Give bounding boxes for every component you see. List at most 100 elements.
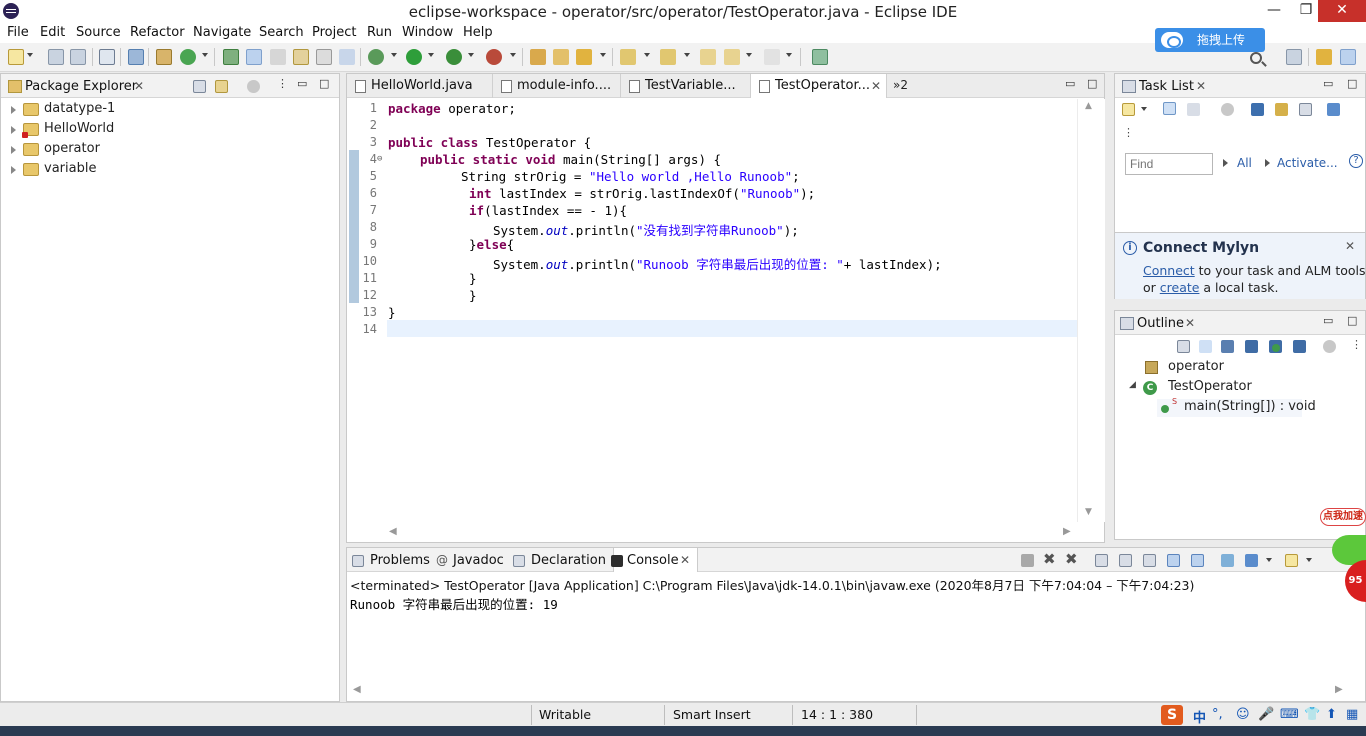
- scroll-left-icon[interactable]: ◀: [353, 684, 361, 695]
- open-console-icon[interactable]: [1285, 554, 1298, 567]
- tab-module-info[interactable]: module-info....: [493, 74, 621, 98]
- external-tools-icon[interactable]: [486, 49, 502, 65]
- last-edit-icon[interactable]: [700, 49, 716, 65]
- forward-icon[interactable]: [764, 49, 780, 65]
- close-icon[interactable]: ✕: [1185, 316, 1195, 330]
- maximize-view-icon[interactable]: □: [1347, 314, 1357, 327]
- menu-edit[interactable]: Edit: [40, 25, 65, 40]
- public-member-icon[interactable]: [1272, 344, 1280, 352]
- cursor-position[interactable]: 14 : 1 : 380: [801, 707, 873, 722]
- new-java-package-icon[interactable]: [156, 49, 172, 65]
- menu-project[interactable]: Project: [312, 25, 356, 40]
- tab-helloworld[interactable]: HelloWorld.java: [347, 74, 493, 98]
- minimize-view-icon[interactable]: ▭: [297, 77, 307, 90]
- view-menu-icon[interactable]: ⋮: [277, 77, 288, 90]
- tab-javadoc[interactable]: Javadoc: [453, 553, 504, 568]
- console-output[interactable]: Runoob 字符串最后出现的位置: 19: [350, 594, 558, 613]
- maximize-view-icon[interactable]: □: [1087, 77, 1097, 90]
- fold-minus-icon[interactable]: ⊖: [377, 154, 382, 164]
- maximize-view-icon[interactable]: □: [319, 77, 329, 90]
- scroll-left-icon[interactable]: ◀: [389, 526, 397, 537]
- tab-testvariable[interactable]: TestVariable...: [621, 74, 751, 98]
- view-title[interactable]: Package Explorer: [25, 79, 137, 94]
- view-title[interactable]: Task List: [1139, 79, 1194, 94]
- open-task-icon[interactable]: [553, 49, 569, 65]
- chevron-down-icon[interactable]: [1266, 558, 1272, 562]
- collapse-icon[interactable]: [1275, 103, 1288, 116]
- chevron-down-icon[interactable]: [684, 53, 690, 57]
- terminal-icon[interactable]: [99, 49, 115, 65]
- chevron-right-icon[interactable]: [11, 126, 16, 134]
- prev-edit-icon[interactable]: [660, 49, 676, 65]
- show-on-output-icon[interactable]: [1167, 554, 1180, 567]
- run-icon[interactable]: [406, 49, 422, 65]
- display-console-icon[interactable]: [1245, 554, 1258, 567]
- tab-console[interactable]: Console: [627, 553, 679, 568]
- expand-icon[interactable]: [1299, 103, 1312, 116]
- speed-up-bubble[interactable]: 点我加速: [1320, 508, 1366, 526]
- tab-declaration[interactable]: Declaration: [531, 553, 606, 568]
- view-menu-icon[interactable]: ⋮: [1351, 338, 1362, 351]
- scroll-down-icon[interactable]: ▼: [1085, 507, 1092, 517]
- close-button[interactable]: ✕: [1318, 0, 1366, 22]
- horizontal-scrollbar[interactable]: ◀ ▶: [387, 524, 1077, 542]
- connect-link[interactable]: Connect: [1143, 263, 1195, 278]
- java-perspective-icon[interactable]: [1340, 49, 1356, 65]
- toggle-block-icon[interactable]: [293, 49, 309, 65]
- terminate-icon[interactable]: [1021, 554, 1034, 567]
- ime-chinese-mode[interactable]: 中: [1193, 707, 1206, 726]
- chevron-down-icon[interactable]: [786, 53, 792, 57]
- tree-item-helloworld[interactable]: HelloWorld: [11, 121, 311, 139]
- mark-occurrences-icon[interactable]: [246, 49, 262, 65]
- categorized-icon[interactable]: [1163, 102, 1176, 115]
- minimize-button[interactable]: —: [1258, 0, 1290, 22]
- outline-item-class[interactable]: ◢ C TestOperator: [1129, 379, 1329, 397]
- hide-static-icon[interactable]: [1245, 340, 1258, 353]
- clear-console-icon[interactable]: [1095, 554, 1108, 567]
- hide-local-types-icon[interactable]: [1293, 340, 1306, 353]
- chevron-down-icon[interactable]: [1141, 107, 1147, 111]
- keyboard-icon[interactable]: ⌨: [1280, 707, 1299, 722]
- help-icon[interactable]: ?: [1349, 154, 1363, 168]
- view-title[interactable]: Outline: [1137, 316, 1184, 331]
- tree-item-operator[interactable]: operator: [11, 141, 311, 159]
- tab-testoperator[interactable]: TestOperator... ✕: [751, 74, 887, 98]
- close-icon[interactable]: ✕: [680, 553, 690, 567]
- chevron-down-icon[interactable]: [428, 53, 434, 57]
- pin-editor-icon[interactable]: [812, 49, 828, 65]
- word-wrap-icon[interactable]: [1143, 554, 1156, 567]
- next-annotation-icon[interactable]: [270, 49, 286, 65]
- menu-run[interactable]: Run: [367, 25, 392, 40]
- menu-search[interactable]: Search: [259, 25, 304, 40]
- coverage-icon[interactable]: [446, 49, 462, 65]
- search-icon[interactable]: [1250, 52, 1262, 64]
- new-task-icon[interactable]: [1122, 103, 1135, 116]
- link-with-editor-icon[interactable]: [215, 80, 228, 93]
- show-whitespace-icon[interactable]: [339, 49, 355, 65]
- scheduled-icon[interactable]: [1187, 103, 1200, 116]
- skin-icon[interactable]: 👕: [1304, 707, 1320, 722]
- open-folder-icon[interactable]: [530, 49, 546, 65]
- scroll-up-icon[interactable]: ▲: [1085, 101, 1092, 111]
- close-icon[interactable]: ✕: [871, 74, 881, 98]
- chevron-down-icon[interactable]: [391, 53, 397, 57]
- sync-icon[interactable]: [1327, 103, 1340, 116]
- sort-icon[interactable]: [1199, 340, 1212, 353]
- all-filter-link[interactable]: All: [1237, 156, 1252, 170]
- minimize-view-icon[interactable]: ▭: [1065, 77, 1075, 90]
- outline-item-method[interactable]: S main(String[]) : void: [1157, 397, 1316, 417]
- toolbox-icon[interactable]: ⬆: [1326, 707, 1337, 722]
- tab-problems[interactable]: Problems: [370, 553, 430, 568]
- new-java-class-icon[interactable]: [180, 49, 196, 65]
- chevron-down-icon[interactable]: [510, 53, 516, 57]
- next-edit-icon[interactable]: [620, 49, 636, 65]
- debug-icon[interactable]: [368, 49, 384, 65]
- tree-item-variable[interactable]: variable: [11, 161, 311, 179]
- back-icon[interactable]: [724, 49, 740, 65]
- remove-launch-icon[interactable]: ✖: [1043, 550, 1056, 568]
- chevron-down-icon[interactable]: [600, 53, 606, 57]
- vertical-scrollbar[interactable]: ▲ ▼: [1077, 99, 1105, 522]
- chevron-right-icon[interactable]: [11, 166, 16, 174]
- outline-item-package[interactable]: operator: [1145, 359, 1345, 377]
- close-icon[interactable]: ✕: [1196, 79, 1206, 93]
